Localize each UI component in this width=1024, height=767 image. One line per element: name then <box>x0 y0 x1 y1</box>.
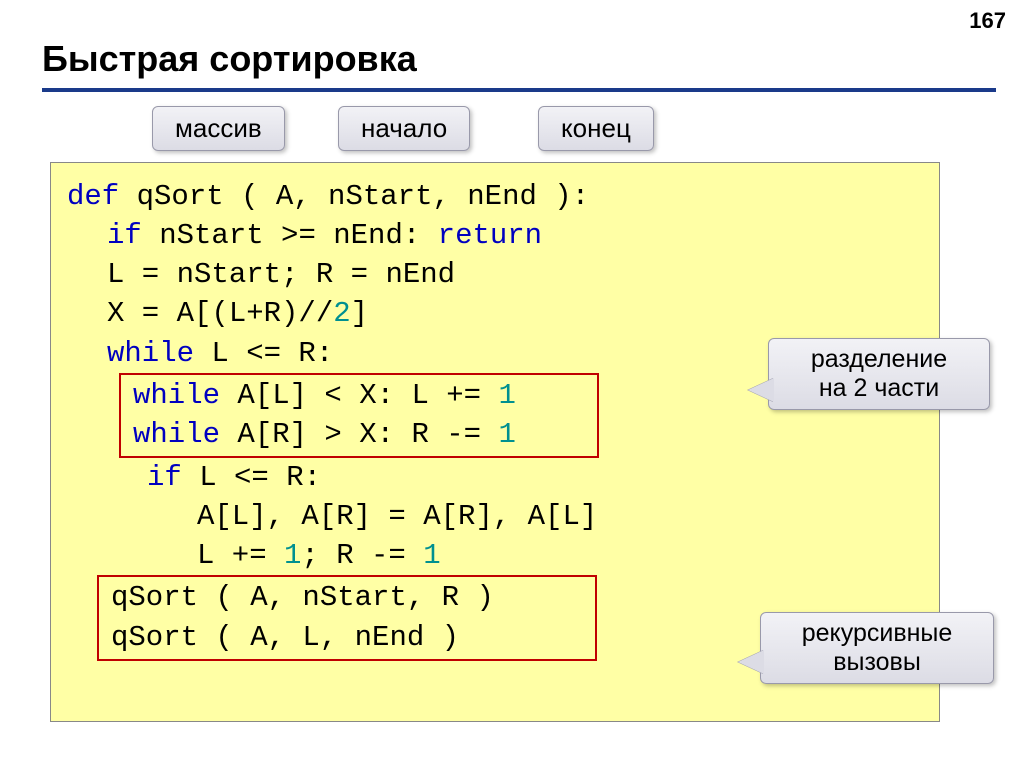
callout-line: вызовы <box>833 648 921 676</box>
code-text: L <= R: <box>194 337 333 370</box>
kw-if: if <box>107 219 142 252</box>
label-end: конец <box>538 106 654 151</box>
callout-line: рекурсивные <box>802 619 953 647</box>
code-text: ] <box>351 297 368 330</box>
num-1: 1 <box>423 539 440 572</box>
code-line-8: if L <= R: <box>67 458 923 497</box>
label-array: массив <box>152 106 285 151</box>
num-1: 1 <box>498 379 515 412</box>
partition-box: while A[L] < X: L += 1 while A[R] > X: R… <box>119 373 599 458</box>
code-line-7: while A[R] > X: R -= 1 <box>133 415 585 454</box>
code-line-4: X = A[(L+R)//2] <box>67 294 923 333</box>
num-1: 1 <box>498 418 515 451</box>
recursion-box: qSort ( A, nStart, R ) qSort ( A, L, nEn… <box>97 575 597 660</box>
code-line-12: qSort ( A, L, nEnd ) <box>111 618 583 657</box>
code-line-6: while A[L] < X: L += 1 <box>133 376 585 415</box>
code-line-10: L += 1; R -= 1 <box>67 536 923 575</box>
code-line-3: L = nStart; R = nEnd <box>67 255 923 294</box>
code-line-1: def qSort ( A, nStart, nEnd ): <box>67 177 923 216</box>
code-line-11: qSort ( A, nStart, R ) <box>111 578 583 617</box>
num-2: 2 <box>333 297 350 330</box>
code-text: L += <box>197 539 284 572</box>
code-text: qSort ( A, nStart, nEnd ): <box>119 180 589 213</box>
pointer-icon <box>738 650 764 674</box>
code-line-2: if nStart >= nEnd: return <box>67 216 923 255</box>
code-text: L <= R: <box>182 461 321 494</box>
kw-while: while <box>133 418 220 451</box>
callout-line: на 2 части <box>819 374 939 402</box>
code-text: X = A[(L+R)// <box>107 297 333 330</box>
num-1: 1 <box>284 539 301 572</box>
kw-def: def <box>67 180 119 213</box>
callout-line: разделение <box>811 345 947 373</box>
code-line-9: A[L], A[R] = A[R], A[L] <box>67 497 923 536</box>
page-number: 167 <box>969 8 1006 34</box>
code-text: ; R -= <box>301 539 423 572</box>
page-title: Быстрая сортировка <box>42 38 417 80</box>
code-text: A[R] > X: R -= <box>220 418 498 451</box>
code-text: A[L] < X: L += <box>220 379 498 412</box>
kw-while: while <box>133 379 220 412</box>
label-start: начало <box>338 106 470 151</box>
pointer-icon <box>748 378 774 402</box>
code-text: nStart >= nEnd: <box>142 219 438 252</box>
kw-if: if <box>147 461 182 494</box>
kw-return: return <box>438 219 542 252</box>
kw-while: while <box>107 337 194 370</box>
title-rule <box>42 88 996 92</box>
callout-partition: разделение на 2 части <box>768 338 990 410</box>
callout-recursion: рекурсивные вызовы <box>760 612 994 684</box>
